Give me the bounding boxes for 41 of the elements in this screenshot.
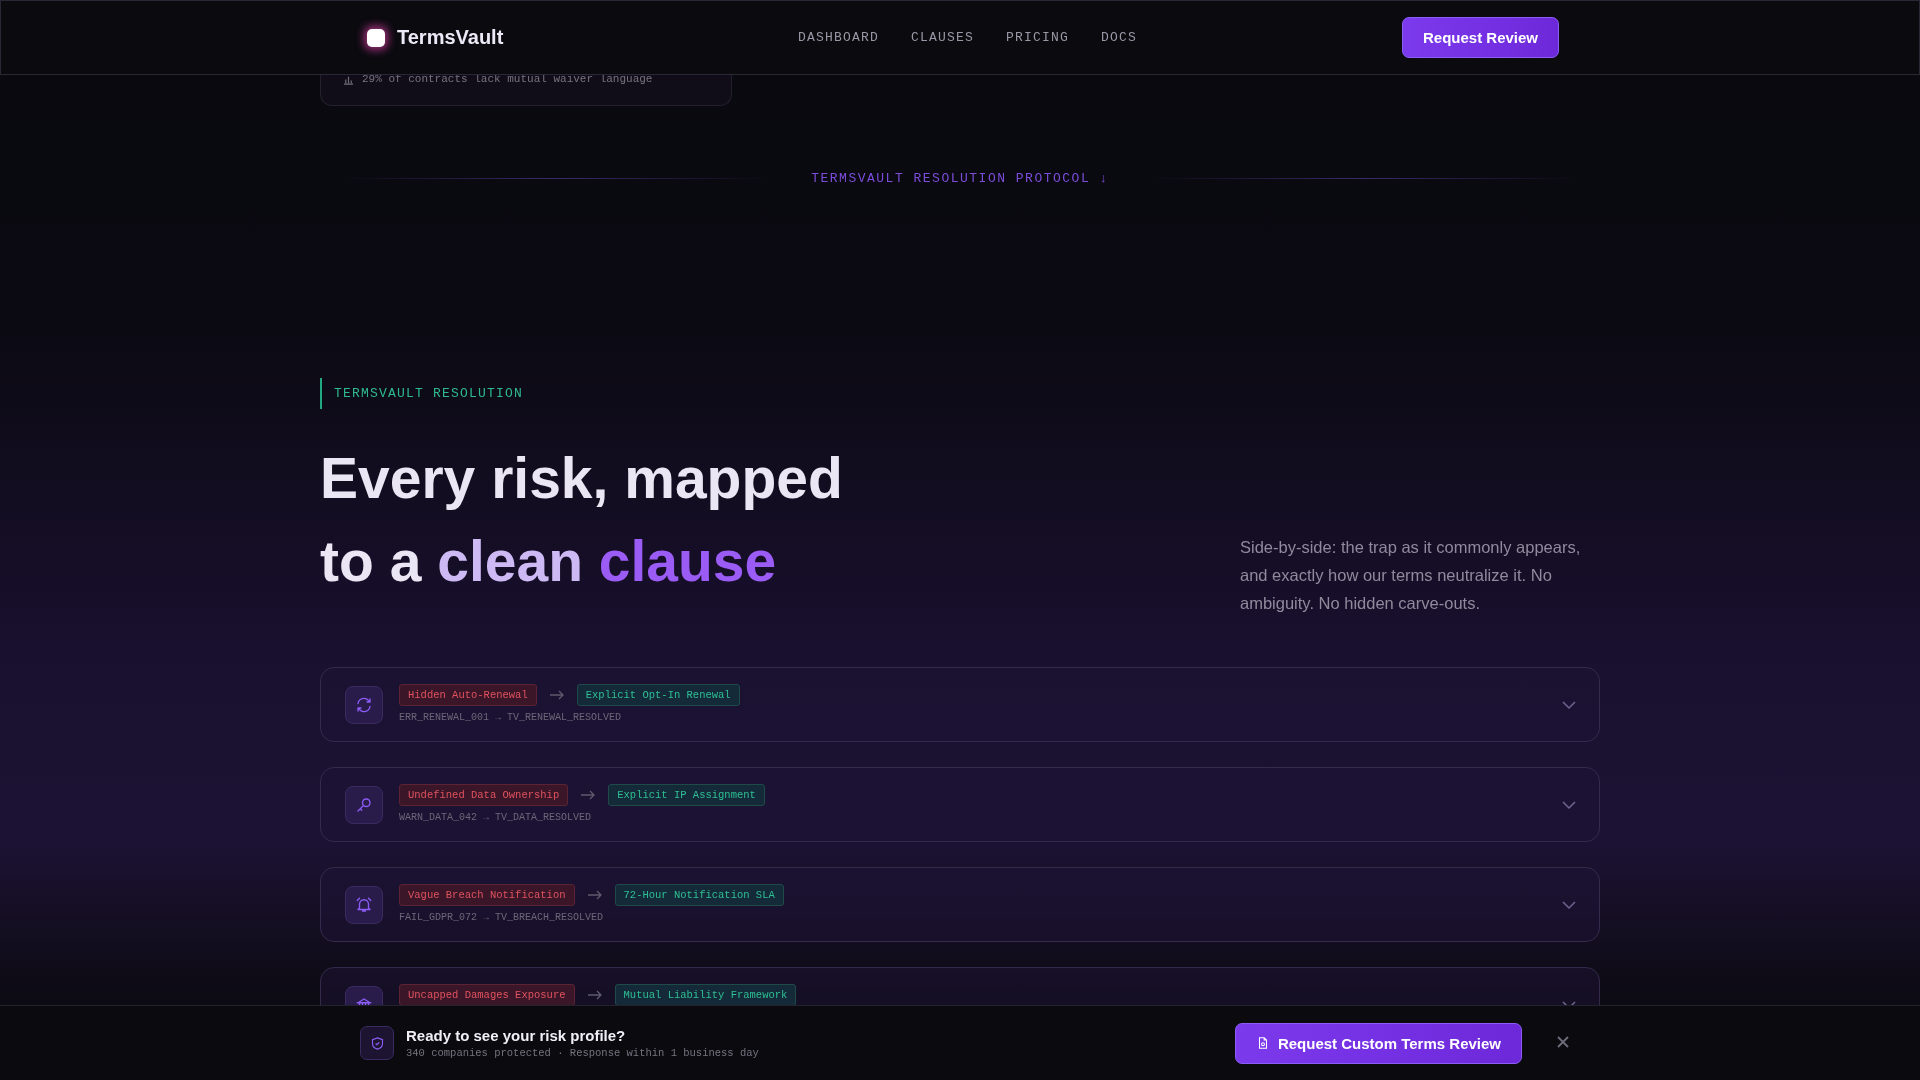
brand-name[interactable]: TermsVault — [397, 26, 504, 49]
chevron-down-icon[interactable] — [1561, 799, 1577, 810]
request-custom-review-button[interactable]: Request Custom Terms Review — [1234, 1022, 1522, 1064]
nav-link[interactable]: CLAUSES — [911, 30, 975, 45]
cta-title: Ready to see your risk profile? — [406, 1027, 627, 1044]
logo-icon — [367, 28, 385, 47]
section-eyebrow: TERMSVAULT RESOLUTION — [320, 378, 536, 409]
chevron-down-icon[interactable] — [1561, 699, 1577, 710]
risk-tag: Vague Breach Notification — [399, 884, 575, 906]
chevron-down-icon[interactable] — [1561, 899, 1577, 910]
nav-link[interactable]: PRICING — [1006, 30, 1070, 45]
nav-link[interactable]: DOCS — [1101, 30, 1138, 45]
clause-row[interactable]: Undefined Data Ownership Explicit IP Assignment WARN_DATA_042 → TV_DATA_RESOLVED — [320, 767, 1600, 842]
arrow-right-icon — [580, 789, 597, 801]
resolution-tag: Explicit IP Assignment — [608, 784, 765, 806]
nav-link[interactable]: DASHBOARD — [798, 30, 879, 45]
resolution-code: ERR_RENEWAL_001 → TV_RENEWAL_RESOLVED — [399, 712, 623, 723]
shield-icon — [360, 1026, 394, 1060]
clause-row[interactable]: Vague Breach Notification 72-Hour Notification SLA FAIL_GDPR_072 → TV_BREACH_RESOLVED — [320, 867, 1600, 942]
resolution-code: FAIL_GDPR_072 → TV_BREACH_RESOLVED — [399, 912, 605, 923]
arrow-right-icon — [548, 689, 565, 701]
section-description: Side-by-side: the trap as it commonly appears, and exactly how our terms neutralize it. No ambiguity. No hidden carve-outs. — [1240, 537, 1582, 614]
resolution-code: WARN_DATA_042 → TV_DATA_RESOLVED — [399, 812, 593, 823]
close-icon — [1556, 1034, 1570, 1049]
resolution-tag: 72-Hour Notification SLA — [614, 884, 784, 906]
cta-subtitle: 340 companies protected · Response within 1 business day — [406, 1047, 760, 1059]
risk-tag: Hidden Auto-Renewal — [399, 684, 537, 706]
headline: Every risk, mapped to a clean clause — [320, 445, 844, 595]
bar-chart-icon — [343, 74, 354, 85]
alarm-bell-icon — [355, 895, 373, 914]
refresh-icon — [355, 695, 373, 714]
key-icon — [355, 795, 373, 814]
resolution-tag: Mutual Liability Framework — [614, 984, 797, 1005]
resolution-tag: Explicit Opt-In Renewal — [576, 684, 740, 706]
risk-tag: Undefined Data Ownership — [399, 784, 569, 806]
arrow-right-icon — [586, 989, 603, 1001]
request-review-button[interactable]: Request Review — [1401, 17, 1559, 58]
risk-tag: Uncapped Damages Exposure — [399, 984, 575, 1005]
section-divider-label: TERMSVAULT RESOLUTION PROTOCOL ↓ — [811, 171, 1109, 186]
arrow-right-icon — [586, 889, 603, 901]
clause-row[interactable]: Hidden Auto-Renewal Explicit Opt-In Renewal ERR_RENEWAL_001 → TV_RENEWAL_RESOLVED — [320, 667, 1600, 742]
